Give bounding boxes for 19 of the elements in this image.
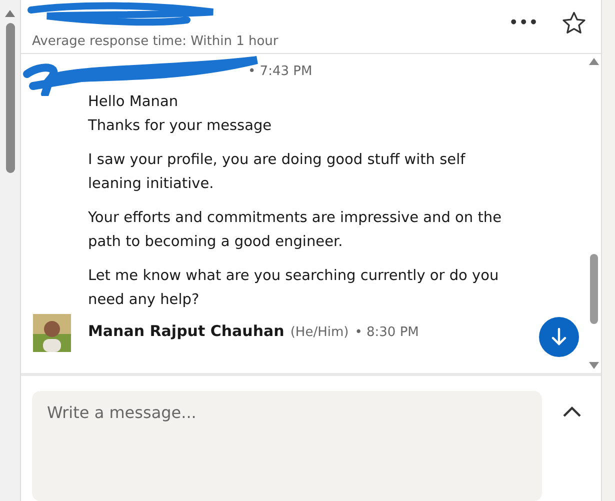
scrollbar-thumb[interactable] (590, 254, 598, 324)
pronouns-text: (He/Him) (290, 325, 349, 340)
message-text: Let me know what are you searching currently or do you need any help? (88, 267, 500, 310)
more-options-button[interactable]: ••• (509, 15, 539, 31)
message-text: I saw your profile, you are doing good stuff with self leaning initiative. (88, 151, 466, 194)
sender-name[interactable]: Manan Rajput Chauhan (88, 322, 284, 340)
scrollbar-thumb[interactable] (6, 23, 14, 173)
scroll-up-icon[interactable] (5, 10, 15, 17)
scroll-down-icon[interactable] (588, 362, 598, 369)
message-input[interactable]: Write a message... (32, 391, 542, 501)
message-time: • 7:43 PM (248, 64, 312, 80)
response-time-text: Average response time: Within 1 hour (32, 34, 278, 50)
message-text: Hello Manan Thanks for your message (88, 93, 273, 136)
arrow-down-icon (551, 328, 567, 346)
message-time: • 8:30 PM (354, 325, 419, 340)
message-text: Your efforts and commitments are impressive and on the path to becoming a good engineer. (88, 209, 503, 252)
star-icon[interactable] (561, 10, 587, 36)
scroll-up-icon[interactable] (588, 58, 598, 66)
scroll-to-bottom-button[interactable] (539, 317, 579, 357)
